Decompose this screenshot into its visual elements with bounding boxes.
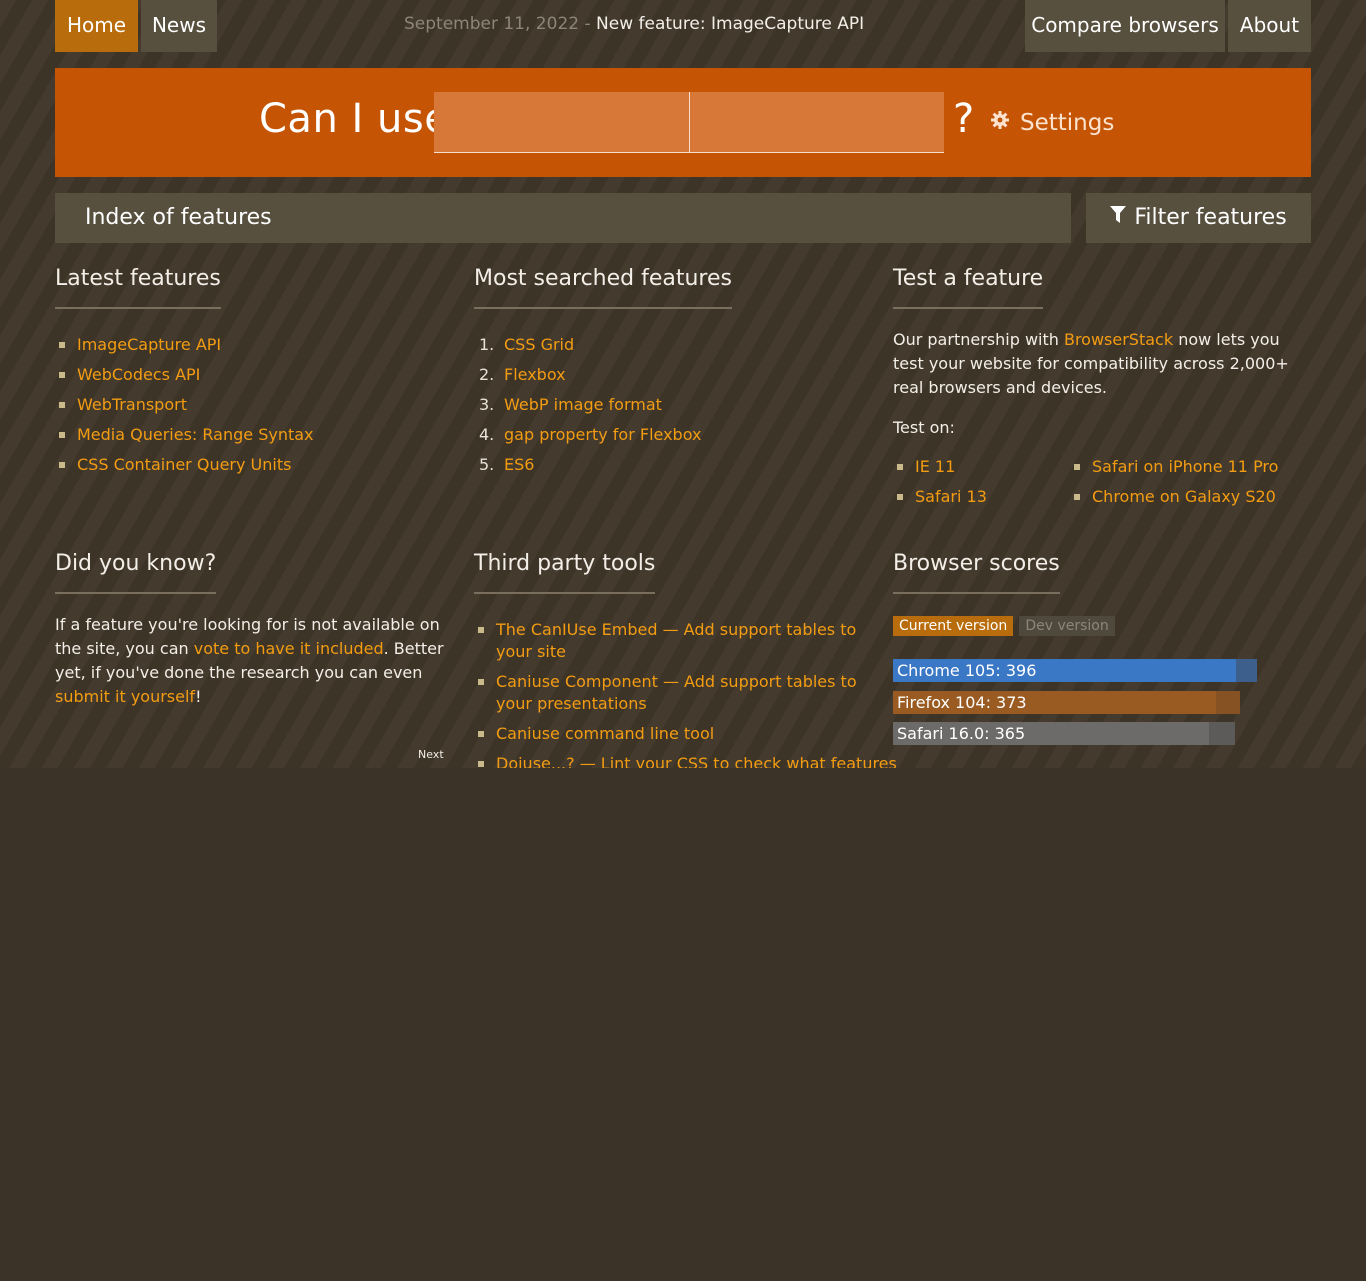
- score-bar-remainder: [1216, 691, 1240, 714]
- test-on-link[interactable]: IE 11: [915, 457, 955, 476]
- list-number: 2.: [479, 365, 495, 384]
- test-on-link[interactable]: Safari 13: [915, 487, 987, 506]
- gear-icon: [990, 110, 1010, 136]
- most-searched-link[interactable]: Flexbox: [504, 364, 566, 386]
- list-item[interactable]: Caniuse Component — Add support tables t…: [474, 671, 869, 715]
- submit-link[interactable]: submit it yourself: [55, 687, 195, 706]
- third-party-link[interactable]: The CanIUse Embed — Add support tables t…: [496, 620, 856, 661]
- test-on-link[interactable]: Safari on iPhone 11 Pro: [1092, 457, 1278, 476]
- test-feature-title: Test a feature: [893, 266, 1044, 309]
- list-item[interactable]: 4. gap property for Flexbox: [479, 424, 701, 446]
- most-searched-link[interactable]: ES6: [504, 454, 534, 476]
- latest-feature-link[interactable]: CSS Container Query Units: [77, 455, 291, 474]
- list-item[interactable]: The CanIUse Embed — Add support tables t…: [474, 619, 869, 663]
- test-on-list-right: Safari on iPhone 11 Pro Chrome on Galaxy…: [1070, 456, 1278, 516]
- list-item[interactable]: CSS Container Query Units: [55, 454, 314, 476]
- most-searched-list: 1. CSS Grid 2. Flexbox 3. WebP image format…: [479, 334, 701, 484]
- list-item[interactable]: WebCodecs API: [55, 364, 314, 386]
- most-searched-link[interactable]: CSS Grid: [504, 334, 574, 356]
- feature-search-input[interactable]: [434, 92, 689, 153]
- most-searched-link[interactable]: WebP image format: [504, 394, 662, 416]
- browser-scores-title: Browser scores: [893, 551, 1060, 594]
- list-item[interactable]: WebTransport: [55, 394, 314, 416]
- list-item[interactable]: Caniuse command line tool: [474, 723, 869, 745]
- latest-features-list: ImageCapture API WebCodecs API WebTransp…: [55, 334, 314, 484]
- nav-news[interactable]: News: [141, 0, 217, 52]
- list-item[interactable]: 2. Flexbox: [479, 364, 701, 386]
- score-bar: Firefox 104: 373: [893, 691, 1240, 714]
- list-number: 3.: [479, 395, 495, 414]
- score-bar-remainder: [1209, 722, 1235, 745]
- did-you-know-title: Did you know?: [55, 551, 217, 594]
- test-on-link[interactable]: Chrome on Galaxy S20: [1092, 487, 1276, 506]
- test-on-label: Test on:: [893, 418, 955, 437]
- feature-search-input-secondary[interactable]: [689, 92, 944, 153]
- latest-features-title: Latest features: [55, 266, 221, 309]
- nav-home[interactable]: Home: [55, 0, 138, 52]
- tab-dev-version[interactable]: Dev version: [1019, 616, 1115, 636]
- news-link[interactable]: New feature: ImageCapture API: [596, 14, 864, 34]
- top-nav: Home News September 11, 2022 - New featu…: [55, 0, 1311, 52]
- third-party-list: The CanIUse Embed — Add support tables t…: [474, 619, 897, 783]
- third-party-link[interactable]: Caniuse command line tool: [496, 724, 714, 743]
- score-bar-remainder: [1236, 659, 1257, 682]
- index-of-features[interactable]: Index of features: [55, 193, 1071, 243]
- latest-feature-link[interactable]: WebCodecs API: [77, 365, 200, 384]
- site-title: Can I use: [259, 96, 450, 142]
- score-bar-label: Chrome 105: 396: [897, 661, 1037, 680]
- list-item[interactable]: 5. ES6: [479, 454, 701, 476]
- most-searched-link[interactable]: gap property for Flexbox: [504, 424, 701, 446]
- news-date: September 11, 2022 -: [404, 14, 591, 34]
- most-searched-title: Most searched features: [474, 266, 732, 309]
- score-tabs: Current version Dev version: [893, 616, 1115, 636]
- settings-label: Settings: [1020, 110, 1115, 136]
- list-item[interactable]: Safari on iPhone 11 Pro: [1070, 456, 1278, 478]
- next-tip-button[interactable]: Next: [418, 748, 444, 761]
- nav-compare-browsers[interactable]: Compare browsers: [1025, 0, 1225, 52]
- latest-feature-link[interactable]: ImageCapture API: [77, 335, 221, 354]
- tab-current-version[interactable]: Current version: [893, 616, 1014, 636]
- score-bar-label: Safari 16.0: 365: [897, 724, 1026, 743]
- filter-features-button[interactable]: Filter features: [1086, 193, 1311, 243]
- did-you-know-text-3: !: [195, 687, 202, 706]
- filter-label: Filter features: [1134, 205, 1287, 230]
- list-item[interactable]: IE 11: [893, 456, 987, 478]
- latest-feature-link[interactable]: WebTransport: [77, 395, 187, 414]
- filter-icon: [1110, 193, 1127, 243]
- test-on-list-left: IE 11 Safari 13: [893, 456, 987, 516]
- vote-link[interactable]: vote to have it included: [194, 639, 384, 658]
- list-item[interactable]: Media Queries: Range Syntax: [55, 424, 314, 446]
- test-feature-text-before: Our partnership with: [893, 330, 1064, 349]
- third-party-link[interactable]: Caniuse Component — Add support tables t…: [496, 672, 857, 713]
- list-number: 4.: [479, 425, 495, 444]
- third-party-title: Third party tools: [474, 551, 656, 594]
- did-you-know-text: If a feature you're looking for is not a…: [55, 613, 450, 709]
- page-lower-area: [0, 768, 1366, 1281]
- score-bar-label: Firefox 104: 373: [897, 693, 1027, 712]
- list-item[interactable]: 3. WebP image format: [479, 394, 701, 416]
- browserstack-link[interactable]: BrowserStack: [1064, 330, 1173, 349]
- settings-button[interactable]: Settings: [990, 110, 1114, 136]
- question-mark: ?: [953, 96, 975, 142]
- score-bar: Chrome 105: 396: [893, 659, 1257, 682]
- latest-feature-link[interactable]: Media Queries: Range Syntax: [77, 425, 314, 444]
- test-feature-text: Our partnership with BrowserStack now le…: [893, 328, 1303, 400]
- score-bar: Safari 16.0: 365: [893, 722, 1235, 745]
- list-item[interactable]: Safari 13: [893, 486, 987, 508]
- list-item[interactable]: Chrome on Galaxy S20: [1070, 486, 1278, 508]
- list-item[interactable]: ImageCapture API: [55, 334, 314, 356]
- list-number: 5.: [479, 455, 495, 474]
- list-item[interactable]: 1. CSS Grid: [479, 334, 701, 356]
- nav-about[interactable]: About: [1228, 0, 1311, 52]
- search-header: Can I use ? Settings: [55, 68, 1311, 177]
- news-ticker: September 11, 2022 - New feature: ImageC…: [404, 14, 864, 34]
- list-number: 1.: [479, 335, 495, 354]
